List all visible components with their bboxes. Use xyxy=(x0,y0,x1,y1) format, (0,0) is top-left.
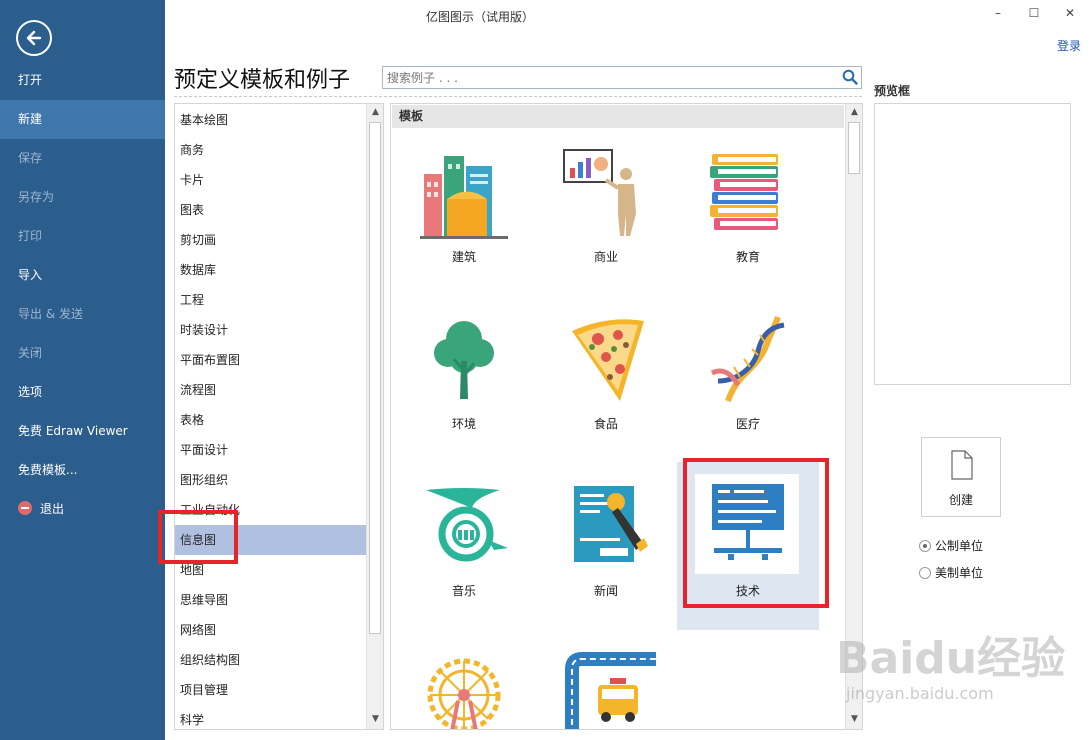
templates-header: 模板 xyxy=(392,105,844,128)
search-icon[interactable] xyxy=(842,69,858,85)
highlight-box-template xyxy=(683,458,829,608)
sidebar-item-options[interactable]: 选项 xyxy=(0,373,165,412)
books-icon xyxy=(710,154,778,230)
template-environment[interactable]: 环境 xyxy=(393,311,535,436)
sidebar-item-exit-label: 退出 xyxy=(40,502,65,516)
exit-icon xyxy=(18,501,32,515)
watermark-logo: Baidu经验 xyxy=(836,633,1066,684)
category-item[interactable]: 时装设计 xyxy=(175,315,366,345)
page-title: 预定义模板和例子 xyxy=(174,68,351,93)
scroll-thumb[interactable] xyxy=(848,122,860,174)
backstage-sidebar: 打开 新建 保存 另存为 打印 导入 导出 & 发送 关闭 选项 免费 Edra… xyxy=(0,0,165,740)
template-medical[interactable]: 医疗 xyxy=(677,311,819,436)
pizza-icon xyxy=(572,319,644,401)
template-grid: 模板 建筑 商业 教育 环境 食品 医疗 音乐 新闻 技术 xyxy=(390,103,863,730)
sidebar-item-import[interactable]: 导入 xyxy=(0,256,165,295)
us-units-radio[interactable]: 美制单位 xyxy=(919,564,983,581)
category-item[interactable]: 图表 xyxy=(175,195,366,225)
french-horn-icon xyxy=(426,488,508,562)
preview-label: 预览框 xyxy=(874,84,911,98)
sidebar-item-free-templates[interactable]: 免费模板... xyxy=(0,451,165,490)
sidebar-item-export-send[interactable]: 导出 & 发送 xyxy=(0,295,165,334)
template-label: 环境 xyxy=(451,417,476,431)
category-item[interactable]: 项目管理 xyxy=(175,675,366,705)
watermark: Baidu经验 jingyan.baidu.com xyxy=(836,622,1081,722)
search-box xyxy=(382,66,862,89)
category-item[interactable]: 数据库 xyxy=(175,255,366,285)
sidebar-item-new[interactable]: 新建 xyxy=(0,100,165,139)
template-taxi[interactable] xyxy=(535,645,677,729)
category-item[interactable]: 表格 xyxy=(175,405,366,435)
sidebar-item-exit[interactable]: 退出 xyxy=(0,490,165,529)
tree-icon xyxy=(434,321,494,399)
template-education[interactable]: 教育 xyxy=(677,144,819,269)
sidebar-item-save-as[interactable]: 另存为 xyxy=(0,178,165,217)
sidebar-item-print[interactable]: 打印 xyxy=(0,217,165,256)
highlight-box-category xyxy=(158,510,238,564)
category-item[interactable]: 图形组织 xyxy=(175,465,366,495)
category-item[interactable]: 工程 xyxy=(175,285,366,315)
category-scrollbar[interactable]: ▲ ▼ xyxy=(366,104,383,729)
back-arrow-icon xyxy=(26,30,42,46)
category-item[interactable]: 思维导图 xyxy=(175,585,366,615)
category-item[interactable]: 基本绘图 xyxy=(175,105,366,135)
template-architecture[interactable]: 建筑 xyxy=(393,144,535,269)
back-button[interactable] xyxy=(16,20,52,56)
category-item[interactable]: 平面布置图 xyxy=(175,345,366,375)
template-label: 教育 xyxy=(735,250,760,264)
template-label: 新闻 xyxy=(593,584,618,598)
minimize-button[interactable]: – xyxy=(988,4,1008,22)
sidebar-item-save[interactable]: 保存 xyxy=(0,139,165,178)
scroll-thumb[interactable] xyxy=(369,122,381,634)
category-item[interactable]: 网络图 xyxy=(175,615,366,645)
template-music[interactable]: 音乐 xyxy=(393,478,535,603)
watermark-url: jingyan.baidu.com xyxy=(846,684,994,703)
template-label: 商业 xyxy=(593,250,618,264)
category-item[interactable]: 剪切画 xyxy=(175,225,366,255)
radio-unselected-icon xyxy=(919,567,931,579)
metric-units-radio[interactable]: 公制单位 xyxy=(919,537,983,554)
category-list: 基本绘图 商务 卡片 图表 剪切画 数据库 工程 时装设计 平面布置图 流程图 … xyxy=(174,103,384,730)
app-title: 亿图图示（试用版） xyxy=(425,10,534,24)
ferris-wheel-icon xyxy=(427,658,501,729)
preview-box xyxy=(874,103,1071,385)
template-news[interactable]: 新闻 xyxy=(535,478,677,603)
category-item[interactable]: 平面设计 xyxy=(175,435,366,465)
close-button[interactable]: ✕ xyxy=(1060,4,1080,22)
radio-selected-icon xyxy=(919,540,931,552)
scroll-up-arrow-icon[interactable]: ▲ xyxy=(846,104,863,121)
new-document-icon xyxy=(951,450,973,480)
template-label: 建筑 xyxy=(451,250,476,264)
template-ferris-wheel[interactable] xyxy=(393,645,535,729)
template-business[interactable]: 商业 xyxy=(535,144,677,269)
sidebar-item-free-viewer[interactable]: 免费 Edraw Viewer xyxy=(0,412,165,451)
category-item[interactable]: 流程图 xyxy=(175,375,366,405)
login-link[interactable]: 登录 xyxy=(1057,37,1081,54)
template-label: 音乐 xyxy=(451,584,476,598)
search-input[interactable] xyxy=(383,67,823,88)
scroll-down-arrow-icon[interactable]: ▼ xyxy=(367,711,384,728)
buildings-icon xyxy=(420,156,508,239)
metric-units-label: 公制单位 xyxy=(935,539,984,553)
taxi-road-icon xyxy=(565,652,656,729)
template-label: 食品 xyxy=(593,417,618,431)
create-button[interactable]: 创建 xyxy=(921,437,1001,517)
divider xyxy=(174,96,862,97)
category-item[interactable]: 商务 xyxy=(175,135,366,165)
category-item[interactable]: 科学 xyxy=(175,705,366,729)
presentation-icon xyxy=(563,149,636,236)
sidebar-item-close[interactable]: 关闭 xyxy=(0,334,165,373)
create-label: 创建 xyxy=(948,493,973,507)
scroll-up-arrow-icon[interactable]: ▲ xyxy=(367,104,384,121)
category-item[interactable]: 卡片 xyxy=(175,165,366,195)
sidebar-item-open[interactable]: 打开 xyxy=(0,61,165,100)
template-label: 医疗 xyxy=(735,417,760,431)
us-units-label: 美制单位 xyxy=(935,566,984,580)
category-item[interactable]: 组织结构图 xyxy=(175,645,366,675)
maximize-button[interactable]: ☐ xyxy=(1024,4,1044,22)
template-food[interactable]: 食品 xyxy=(535,311,677,436)
newspaper-microphone-icon xyxy=(574,486,648,562)
dna-icon xyxy=(710,316,785,403)
